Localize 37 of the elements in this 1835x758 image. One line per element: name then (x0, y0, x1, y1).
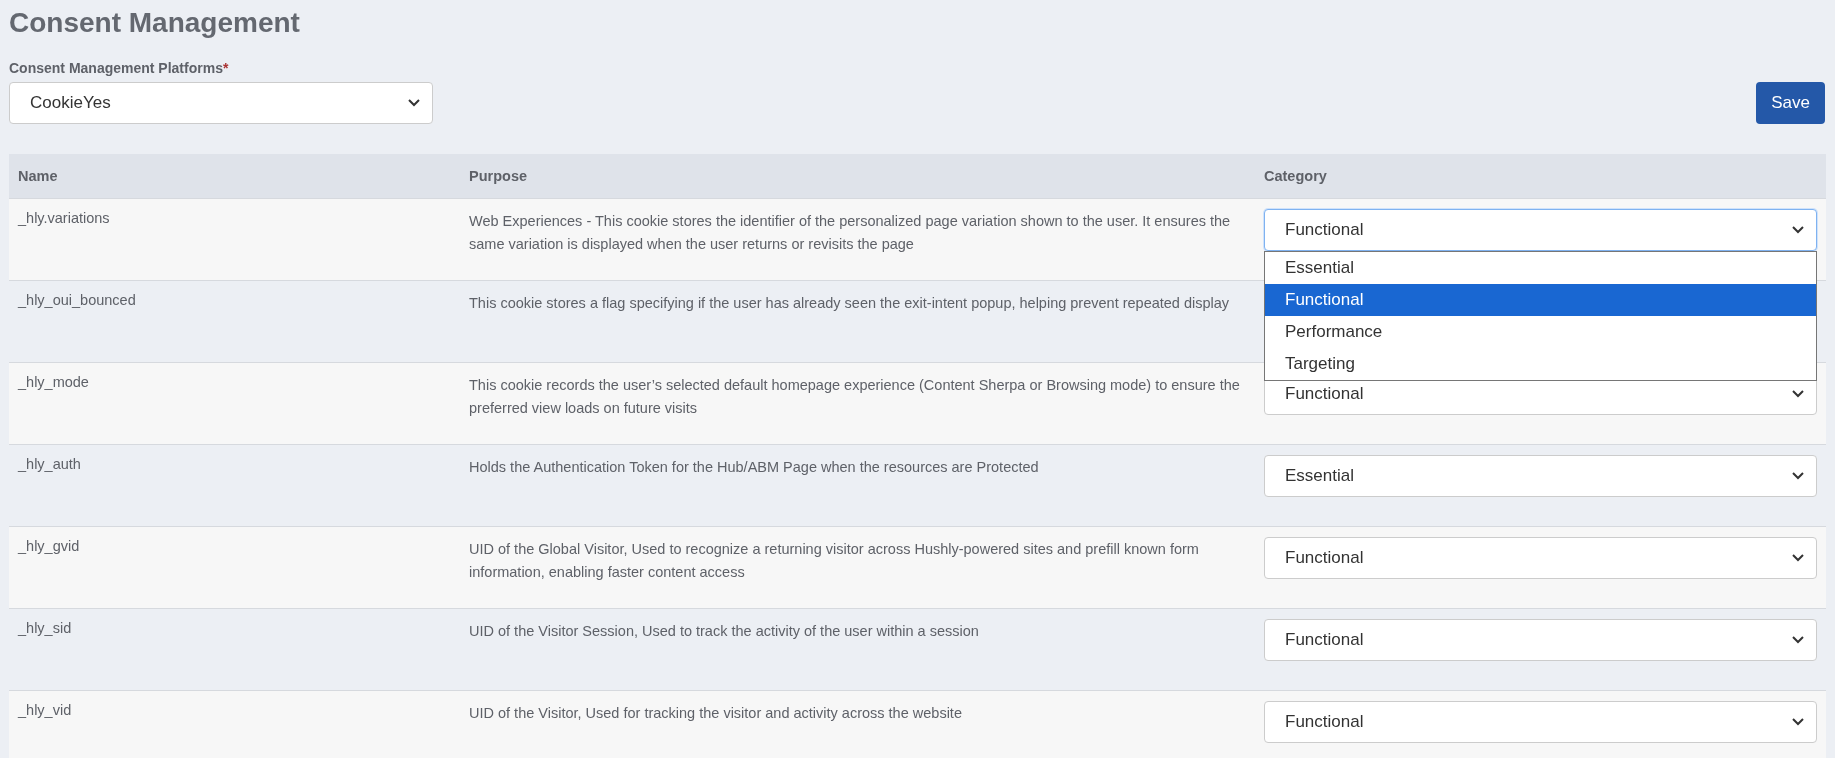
category-select[interactable]: Functional (1264, 701, 1817, 743)
chevron-down-icon (408, 99, 420, 107)
dropdown-option[interactable]: Performance (1265, 316, 1816, 348)
category-select[interactable]: Essential (1264, 455, 1817, 497)
save-button[interactable]: Save (1756, 82, 1825, 124)
cookie-name: _hly_oui_bounced (18, 292, 136, 308)
category-select[interactable]: Functional (1264, 537, 1817, 579)
chevron-down-icon (1792, 472, 1804, 480)
cookie-name: _hly_vid (18, 702, 72, 718)
page-title: Consent Management (9, 6, 301, 40)
field-label: Consent Management Platforms (9, 60, 223, 76)
cookie-name: _hly.variations (18, 210, 110, 226)
cookie-name: _hly_mode (18, 374, 89, 390)
chevron-down-icon (1792, 718, 1804, 726)
chevron-down-icon (1792, 636, 1804, 644)
chevron-down-icon (1792, 390, 1804, 398)
platform-select[interactable]: CookieYes (9, 82, 433, 124)
cookie-purpose: UID of the Global Visitor, Used to recognize a returning visitor across Hushly-powered sites and prefill known form information, enabling faster content access (469, 541, 1199, 580)
cookie-purpose: Web Experiences - This cookie stores the identifier of the personalized page variation shown to the user. It ensures the same variation is displayed when the user returns or revisits the page (469, 213, 1231, 252)
dropdown-option[interactable]: Essential (1265, 252, 1816, 284)
column-header: Purpose (469, 166, 528, 186)
chevron-down-icon (1792, 226, 1804, 234)
category-select[interactable]: Functional (1264, 619, 1817, 661)
cookie-purpose: Holds the Authentication Token for the Hub/ABM Page when the resources are Protected (469, 459, 1039, 475)
cookie-purpose: This cookie records the user’s selected default homepage experience (Content Sherpa or Browsing mode) to ensure the preferred view loads on future visits (469, 377, 1240, 416)
column-header: Name (17, 168, 59, 184)
cookie-purpose: This cookie stores a flag specifying if the user has already seen the exit-intent popup, helping prevent repeated display (469, 295, 1230, 311)
cookie-purpose: UID of the Visitor, Used for tracking the visitor and activity across the website (469, 705, 962, 721)
category-select[interactable]: Functional (1264, 209, 1817, 251)
cookie-name: _hly_sid (18, 620, 72, 636)
required-mark: * (222, 60, 229, 76)
dropdown-option[interactable]: Functional (1265, 284, 1816, 316)
column-header: Category (1264, 168, 1328, 184)
cookie-name: _hly_auth (18, 456, 81, 472)
cookie-name: _hly_gvid (18, 538, 80, 554)
chevron-down-icon (1792, 554, 1804, 562)
cookie-purpose: UID of the Visitor Session, Used to track the activity of the user within a session (469, 623, 979, 639)
